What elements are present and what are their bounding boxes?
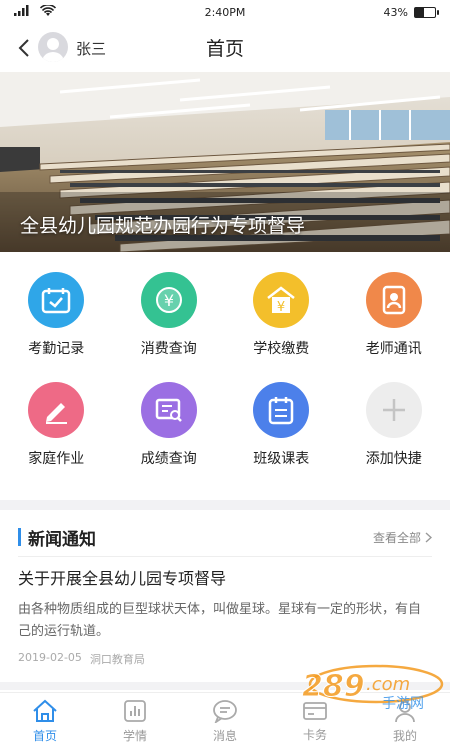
message-icon	[213, 700, 237, 723]
func-label: 班级课表	[253, 451, 310, 467]
section-accent-bar	[18, 528, 21, 546]
func-label: 家庭作业	[28, 451, 85, 467]
news-article[interactable]: 关于开展全县幼儿园专项督导 由各种物质组成的巨型球状天体，叫做星球。星球有一定的…	[18, 565, 432, 667]
func-attendance[interactable]: 考勤记录	[0, 272, 113, 358]
svg-text:手游网: 手游网	[382, 696, 424, 712]
tab-label: 学情	[122, 729, 147, 743]
chevron-left-icon	[18, 39, 29, 57]
tab-label: 消息	[212, 729, 237, 743]
site-watermark: 289 .com 手游网	[284, 660, 444, 712]
news-separator	[18, 556, 432, 557]
chevron-right-icon	[425, 532, 432, 543]
watermark-logo: 289 .com 手游网	[302, 664, 444, 712]
article-summary: 由各种物质组成的巨型球状天体，叫做星球。星球有一定的形状，有自己的运行轨道。	[18, 602, 422, 639]
tab-label: 首页	[32, 729, 57, 743]
func-label: 添加快捷	[365, 451, 422, 467]
article-source: 洞口教育局	[89, 653, 145, 666]
function-grid: 考勤记录 ¥ 消费查询 ¥ 学校缴费 老师通讯 家庭作业 成绩查询 班级课表 添…	[0, 272, 450, 468]
homework-pencil-icon	[28, 382, 85, 438]
func-label: 老师通讯	[365, 341, 422, 357]
section-divider	[0, 500, 450, 510]
back-button[interactable]	[14, 36, 34, 60]
avatar[interactable]	[38, 32, 68, 62]
battery-icon	[414, 6, 439, 18]
tab-messages[interactable]: 消息	[180, 693, 270, 750]
svg-text:¥: ¥	[164, 291, 174, 310]
tab-study[interactable]: 学情	[90, 693, 180, 750]
tab-home[interactable]: 首页	[0, 693, 90, 750]
banner-caption: 全县幼儿园规范办园行为专项督导	[20, 215, 306, 237]
contacts-book-icon	[365, 272, 422, 328]
func-label: 成绩查询	[140, 451, 197, 467]
news-banner[interactable]: 全县幼儿园规范办园行为专项督导	[0, 72, 450, 252]
func-grade-query[interactable]: 成绩查询	[113, 382, 226, 468]
add-shortcut-icon	[365, 382, 422, 438]
user-name: 张三	[76, 40, 107, 58]
func-label: 消费查询	[140, 341, 197, 357]
calendar-check-icon	[28, 272, 85, 328]
func-label: 考勤记录	[28, 341, 85, 357]
svg-text:289: 289	[302, 669, 365, 704]
func-label: 学校缴费	[253, 341, 310, 357]
yuan-coin-icon: ¥	[140, 272, 197, 328]
status-bar: 2:40PM 43%	[0, 0, 450, 24]
view-all-link[interactable]: 查看全部	[373, 529, 432, 546]
news-section-header: 新闻通知 查看全部	[0, 520, 450, 556]
func-homework[interactable]: 家庭作业	[0, 382, 113, 468]
func-school-payment[interactable]: ¥ 学校缴费	[225, 272, 338, 358]
tab-label: 我的	[392, 729, 417, 743]
chart-icon	[124, 700, 146, 722]
article-date: 2019-02-05	[18, 651, 82, 664]
user-avatar-icon	[42, 38, 64, 62]
svg-text:¥: ¥	[277, 300, 285, 315]
class-schedule-icon	[253, 382, 310, 438]
home-icon	[33, 699, 57, 722]
app-header: 首页 张三	[0, 24, 450, 72]
grade-search-icon	[140, 382, 197, 438]
svg-text:.com: .com	[366, 674, 410, 695]
school-payment-icon: ¥	[253, 272, 310, 328]
func-class-schedule[interactable]: 班级课表	[225, 382, 338, 468]
func-add-shortcut[interactable]: 添加快捷	[338, 382, 450, 468]
news-section-title: 新闻通知	[28, 530, 96, 550]
view-all-label: 查看全部	[372, 531, 421, 545]
func-consumption[interactable]: ¥ 消费查询	[113, 272, 226, 358]
article-title: 关于开展全县幼儿园专项督导	[18, 569, 227, 588]
func-teacher-contacts[interactable]: 老师通讯	[338, 272, 450, 358]
status-time: 2:40PM	[204, 5, 246, 19]
tab-label: 卡务	[302, 728, 327, 742]
